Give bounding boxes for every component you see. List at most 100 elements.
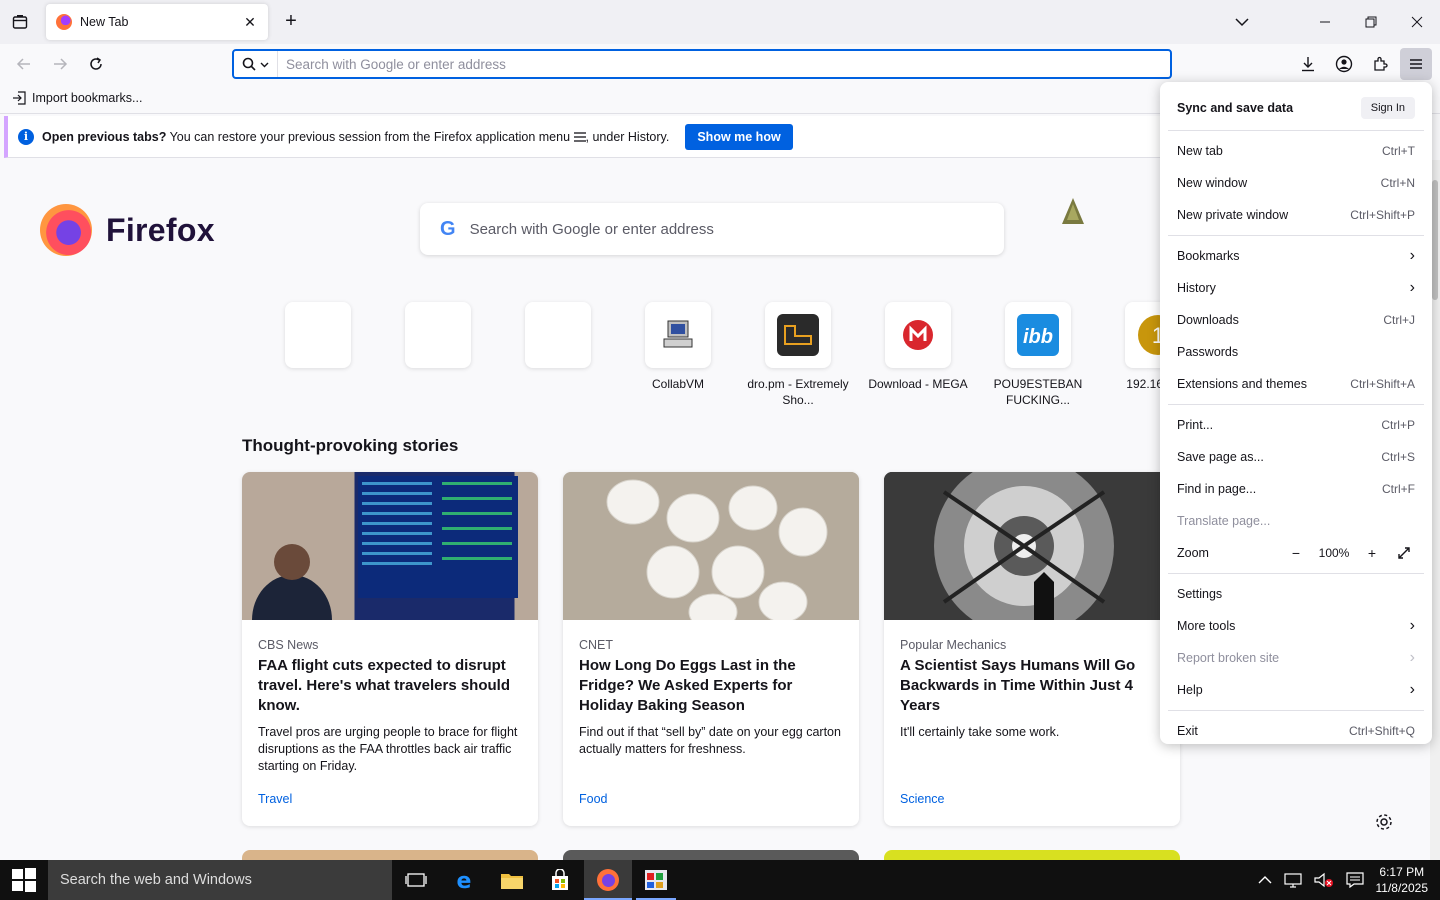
story-card-partial[interactable] [242,850,538,860]
firefox-view-button[interactable] [8,10,32,34]
action-center-icon[interactable] [1345,872,1364,888]
top-site-tile-collabvm[interactable]: CollabVM [618,302,738,408]
top-site-tile-dropm[interactable]: dro.pm - Extremely Sho... [738,302,858,408]
taskbar-firefox[interactable] [584,860,632,900]
app-menu-button[interactable] [1400,48,1432,80]
fullscreen-button[interactable] [1393,542,1415,564]
menu-item-new-private-window[interactable]: New private window Ctrl+Shift+P [1168,199,1424,231]
extensions-button[interactable] [1368,52,1392,76]
taskbar-store[interactable] [536,860,584,900]
network-icon[interactable] [1283,872,1302,888]
start-button[interactable] [0,860,48,900]
story-photo [563,472,859,631]
volume-muted-icon[interactable] [1313,872,1334,888]
restore-button[interactable] [1348,0,1394,44]
sync-label: Sync and save data [1177,101,1294,115]
story-image [242,472,538,665]
windows-taskbar: Search the web and Windows e 6:17 PM 11/… [0,860,1440,900]
new-tab-button[interactable]: + [280,11,302,33]
top-site-tile-mega[interactable]: Download - MEGA [858,302,978,408]
chevron-right-icon: › [1409,649,1415,666]
url-input[interactable] [278,51,1170,77]
zoom-in-button[interactable]: + [1361,542,1383,564]
zoom-out-button[interactable]: − [1285,542,1307,564]
collabvm-icon-box [645,302,711,368]
menu-item-shortcut: Ctrl+S [1381,450,1415,464]
tab-new-tab[interactable]: New Tab ✕ [46,4,268,40]
downloads-button[interactable] [1296,52,1320,76]
taskbar-search[interactable]: Search the web and Windows [48,860,392,900]
menu-item-settings[interactable]: Settings [1168,578,1424,610]
taskbar-file-explorer[interactable] [488,860,536,900]
story-card[interactable]: CBS News FAA flight cuts expected to dis… [242,472,538,826]
menu-item-help[interactable]: Help › [1168,674,1424,706]
menu-item-passwords[interactable]: Passwords [1168,336,1424,368]
menu-item-label: Zoom [1177,546,1209,560]
story-card[interactable]: Popular Mechanics A Scientist Says Human… [884,472,1180,826]
show-me-how-button[interactable]: Show me how [685,123,793,150]
menu-item-exit[interactable]: Exit Ctrl+Shift+Q [1168,715,1424,747]
menu-item-print[interactable]: Print... Ctrl+P [1168,409,1424,441]
hamburger-menu-icon [573,131,586,142]
menu-item-more-tools[interactable]: More tools › [1168,610,1424,642]
story-category[interactable]: Food [579,792,608,806]
story-category[interactable]: Science [900,792,944,806]
menu-item-bookmarks[interactable]: Bookmarks › [1168,240,1424,272]
task-view-button[interactable] [392,860,440,900]
scrollbar-thumb[interactable] [1432,180,1438,300]
close-window-button[interactable] [1394,0,1440,44]
clock-time: 6:17 PM [1379,865,1425,879]
close-tab-icon[interactable]: ✕ [242,14,258,30]
minimize-button[interactable] [1302,0,1348,44]
top-site-label: Download - MEGA [868,377,968,391]
customize-gear-icon[interactable] [1374,812,1394,832]
top-site-tile[interactable] [258,302,378,408]
reload-icon [90,57,102,70]
story-category[interactable]: Travel [258,792,292,806]
menu-item-save-page[interactable]: Save page as... Ctrl+S [1168,441,1424,473]
menu-item-label: Find in page... [1177,482,1257,496]
back-button[interactable] [12,52,36,76]
menu-separator [1168,573,1424,574]
sign-in-button[interactable]: Sign In [1360,97,1415,119]
menu-item-find[interactable]: Find in page... Ctrl+F [1168,473,1424,505]
import-bookmarks-button[interactable]: Import bookmarks... [12,91,142,105]
taskbar-app-window[interactable] [632,860,680,900]
firefox-favicon-icon [56,14,72,30]
top-site-tile[interactable] [498,302,618,408]
top-site-tile[interactable] [378,302,498,408]
download-icon [1302,57,1314,72]
menu-item-label: New tab [1177,144,1223,158]
menu-separator [1168,404,1424,405]
menu-item-downloads[interactable]: Downloads Ctrl+J [1168,304,1424,336]
story-card-partial[interactable] [563,850,859,860]
info-icon: i [18,128,34,145]
forward-button[interactable] [48,52,72,76]
empty-tile-box [285,302,351,368]
menu-item-shortcut: Ctrl+N [1380,176,1415,190]
address-bar[interactable] [232,49,1172,79]
zoom-reset-button[interactable]: 100% [1317,546,1351,560]
menu-item-history[interactable]: History › [1168,272,1424,304]
list-all-tabs-button[interactable] [1232,12,1252,32]
menu-item-label: Exit [1177,724,1198,738]
top-site-tile-ibb[interactable]: ibb POU9ESTEBAN FUCKING... [978,302,1098,408]
story-photo [252,476,518,665]
reload-button[interactable] [84,52,108,76]
story-card-partial[interactable] [884,850,1180,860]
newtab-search-box[interactable]: G Search with Google or enter address [420,203,1004,255]
taskbar-clock[interactable]: 6:17 PM 11/8/2025 [1376,864,1429,896]
search-engine-selector[interactable] [234,51,278,77]
story-cards: CBS News FAA flight cuts expected to dis… [242,472,1180,826]
menu-item-new-tab[interactable]: New tab Ctrl+T [1168,135,1424,167]
svg-text:e: e [457,869,472,891]
menu-item-new-window[interactable]: New window Ctrl+N [1168,167,1424,199]
story-source: CBS News [258,638,319,652]
app-window-icon [645,870,667,890]
story-card[interactable]: CNET How Long Do Eggs Last in the Fridge… [563,472,859,826]
story-title: How Long Do Eggs Last in the Fridge? We … [579,657,796,714]
menu-item-extensions[interactable]: Extensions and themes Ctrl+Shift+A [1168,368,1424,400]
taskbar-edge[interactable]: e [440,860,488,900]
chevron-up-icon[interactable] [1258,875,1272,885]
account-button[interactable] [1332,52,1356,76]
